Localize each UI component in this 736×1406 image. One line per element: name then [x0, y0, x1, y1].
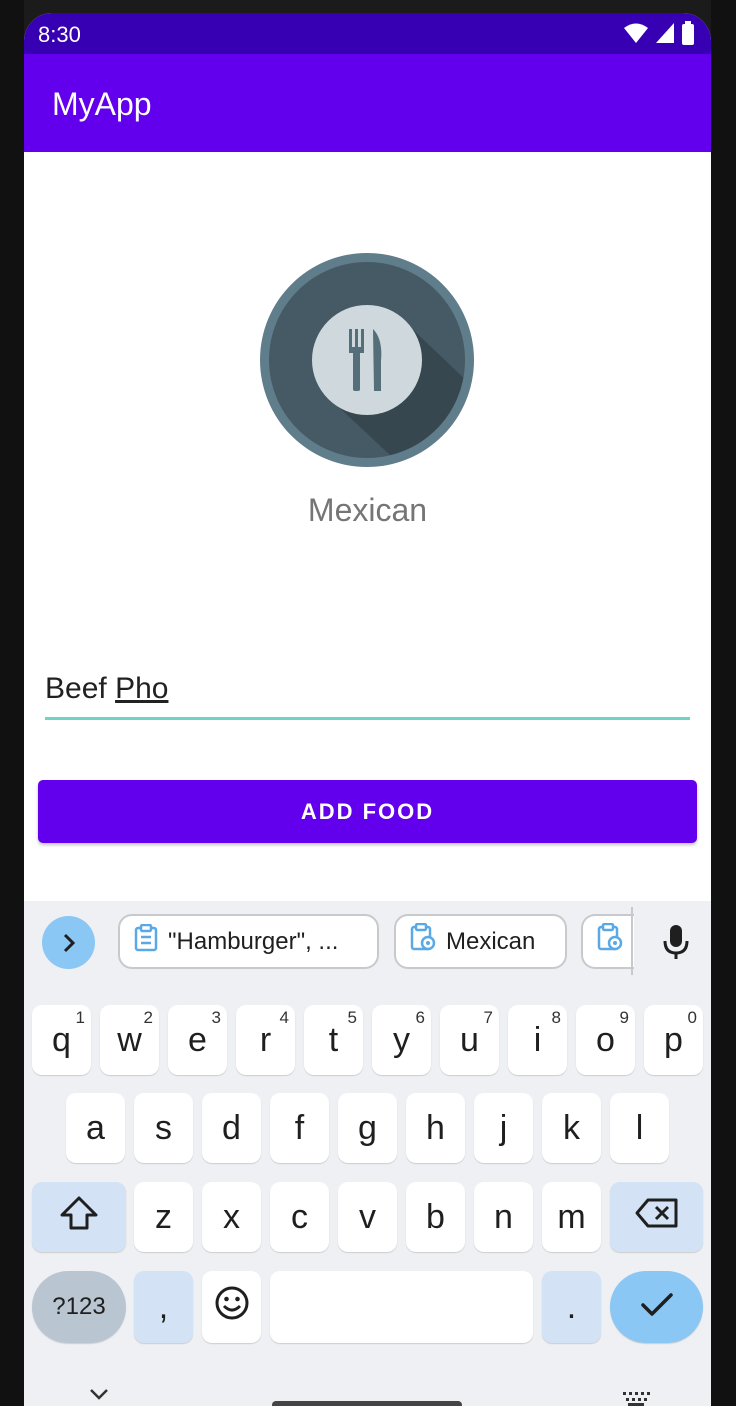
shift-icon — [59, 1195, 99, 1240]
key-z[interactable]: z — [134, 1182, 193, 1252]
space-key[interactable] — [270, 1271, 533, 1343]
wifi-icon — [623, 22, 649, 49]
key-f[interactable]: f — [270, 1093, 329, 1163]
key-e[interactable]: e3 — [168, 1005, 227, 1075]
key-x[interactable]: x — [202, 1182, 261, 1252]
status-time: 8:30 — [38, 22, 81, 47]
add-food-button[interactable]: ADD FOOD — [38, 780, 697, 843]
comma-key[interactable]: , — [134, 1271, 193, 1343]
key-d[interactable]: d — [202, 1093, 261, 1163]
key-q[interactable]: q1 — [32, 1005, 91, 1075]
key-k[interactable]: k — [542, 1093, 601, 1163]
keyboard-switch-icon[interactable] — [622, 1391, 650, 1406]
key-n[interactable]: n — [474, 1182, 533, 1252]
clipboard-icon — [134, 923, 158, 959]
key-y[interactable]: y6 — [372, 1005, 431, 1075]
key-a[interactable]: a — [66, 1093, 125, 1163]
battery-icon — [681, 21, 695, 50]
emoji-key[interactable] — [202, 1271, 261, 1343]
cell-signal-icon — [655, 22, 675, 49]
soft-keyboard: "Hamburger", ... Mexican q1 w2 e 3 r 4 t… — [24, 901, 711, 1406]
key-m[interactable]: m — [542, 1182, 601, 1252]
backspace-icon — [634, 1197, 680, 1238]
fork-knife-icon — [260, 253, 474, 467]
enter-key[interactable] — [610, 1271, 703, 1343]
key-t[interactable]: t5 — [304, 1005, 363, 1075]
key-g[interactable]: g — [338, 1093, 397, 1163]
clipboard-location-icon — [597, 922, 623, 960]
composing-text: Pho — [115, 672, 169, 705]
strip-divider — [631, 907, 633, 975]
status-icons — [623, 21, 695, 50]
shift-key[interactable] — [32, 1182, 126, 1252]
food-input-value: Beef Pho — [45, 672, 169, 705]
key-j[interactable]: j — [474, 1093, 533, 1163]
location-suggestion-chip[interactable]: Mexican — [394, 914, 567, 969]
key-o[interactable]: o9 — [576, 1005, 635, 1075]
main-content: Mexican Beef Pho ADD FOOD — [24, 152, 711, 912]
category-label: Mexican — [307, 492, 428, 528]
key-w[interactable]: w2 — [100, 1005, 159, 1075]
key-i[interactable]: i8 — [508, 1005, 567, 1075]
clipboard-suggestion-chip[interactable]: "Hamburger", ... — [118, 914, 379, 969]
checkmark-icon — [640, 1288, 674, 1327]
chevron-right-icon[interactable] — [42, 916, 95, 969]
location-suggestion-chip[interactable] — [581, 914, 634, 969]
microphone-icon[interactable] — [661, 923, 691, 966]
home-indicator[interactable] — [272, 1401, 462, 1406]
key-l[interactable]: l — [610, 1093, 669, 1163]
backspace-key[interactable] — [610, 1182, 703, 1252]
symbols-key[interactable]: ?123 — [32, 1271, 126, 1343]
device-frame-left — [0, 0, 24, 1406]
clipboard-location-icon — [410, 922, 436, 960]
status-bar: 8:30 — [24, 13, 711, 54]
period-key[interactable]: . — [542, 1271, 601, 1343]
smiley-icon — [214, 1285, 250, 1330]
key-c[interactable]: c — [270, 1182, 329, 1252]
key-u[interactable]: u7 — [440, 1005, 499, 1075]
device-frame-right — [711, 0, 736, 1406]
food-input-field[interactable]: Beef Pho — [45, 672, 690, 722]
key-b[interactable]: b — [406, 1182, 465, 1252]
suggestion-strip: "Hamburger", ... Mexican — [24, 901, 711, 985]
key-s[interactable]: s — [134, 1093, 193, 1163]
hide-keyboard-chevron-down-icon[interactable] — [89, 1388, 109, 1406]
key-v[interactable]: v — [338, 1182, 397, 1252]
app-bar: MyApp — [24, 54, 711, 152]
key-r[interactable]: r4 — [236, 1005, 295, 1075]
app-title: MyApp — [52, 86, 152, 122]
chip-label: "Hamburger", ... — [168, 927, 339, 955]
key-h[interactable]: h — [406, 1093, 465, 1163]
chip-label: Mexican — [446, 927, 536, 955]
key-p[interactable]: p0 — [644, 1005, 703, 1075]
phone-screen: 8:30 MyApp Mexican Beef Pho ADD FOOD "Ha… — [24, 13, 711, 1406]
